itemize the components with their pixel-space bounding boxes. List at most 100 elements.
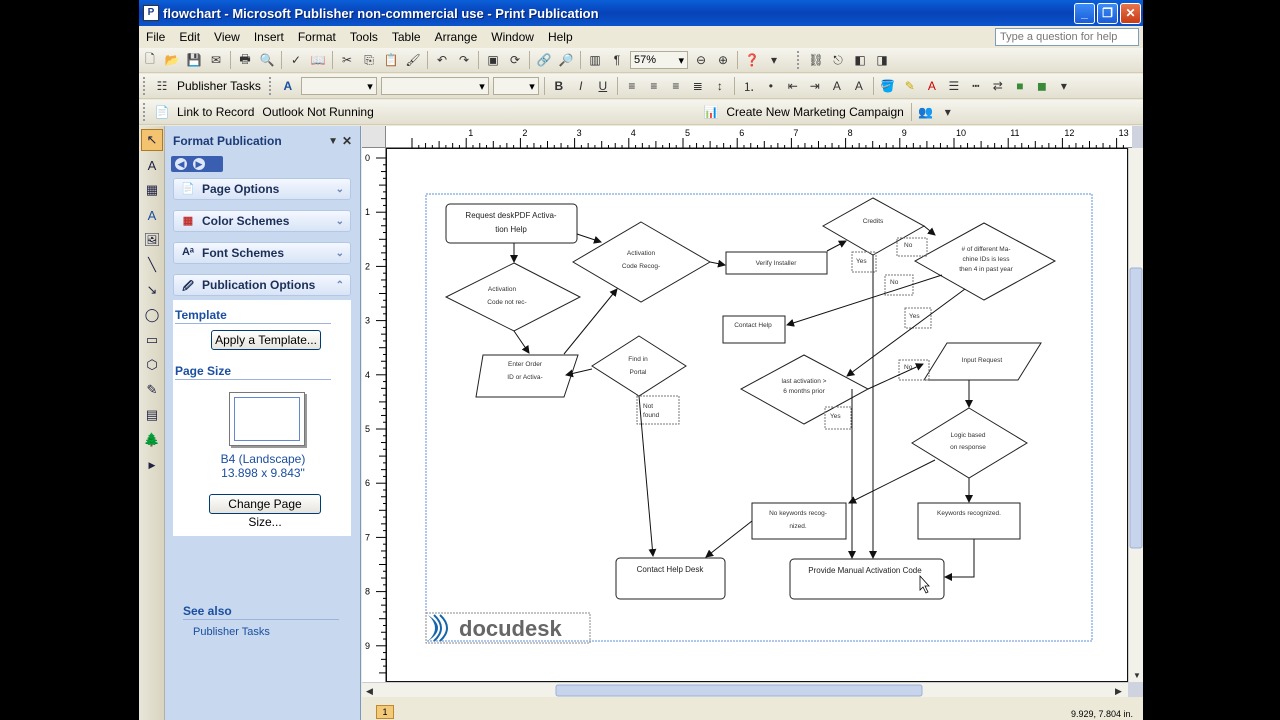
horizontal-ruler[interactable]: 1 2 3 4 5 6 7 8 9 10 11 12 13 [386,126,1132,148]
align-center-icon[interactable]: ≡ [644,76,664,96]
hotspot-icon[interactable]: ✎ [141,379,163,401]
insert-table-icon[interactable]: ▦ [141,179,163,201]
menu-view[interactable]: View [207,30,247,44]
task-pane-close-icon[interactable]: ✕ [342,134,352,148]
previous-frame-icon[interactable]: ◧ [850,50,870,70]
font-color-icon[interactable]: A [922,76,942,96]
page-options-section[interactable]: 📄 Page Options ⌄ [173,178,351,200]
toolbar-options-icon-3[interactable]: ▾ [938,102,958,122]
rectangle-icon[interactable]: ▭ [141,329,163,351]
redo-icon[interactable]: ↷ [454,50,474,70]
line-style-icon[interactable]: ☰ [944,76,964,96]
apply-template-button[interactable]: Apply a Template... [211,330,321,350]
minimize-button[interactable]: _ [1074,2,1095,24]
task-pane-menu-icon[interactable]: ▼ [328,136,338,147]
forward-icon[interactable]: ▶ [193,158,205,170]
link-textbox-icon[interactable]: ⛓ [806,50,826,70]
link-to-record-icon[interactable]: 📄 [152,102,172,122]
arrow-icon[interactable]: ↘ [141,279,163,301]
shadow-style-icon[interactable]: ■ [1010,76,1030,96]
no-keywords-box[interactable]: No keywords recog- nized. [751,502,847,540]
publication-canvas[interactable]: Request deskPDF Activa- tion Help Activa… [386,148,1128,682]
more-tools-icon[interactable]: ▶ [141,454,163,476]
menu-arrange[interactable]: Arrange [428,30,485,44]
italic-icon[interactable]: I [571,76,591,96]
hyperlink-icon[interactable]: 🔗 [534,50,554,70]
publisher-app-icon[interactable]: P [143,5,159,21]
menu-format[interactable]: Format [291,30,343,44]
text-box-icon[interactable]: A [141,154,163,176]
align-right-icon[interactable]: ≡ [666,76,686,96]
arrow-style-icon[interactable]: ⇄ [988,76,1008,96]
contact-help-desk-box[interactable]: Contact Help Desk [615,557,726,600]
justify-icon[interactable]: ≣ [688,76,708,96]
styles-icon[interactable]: A [278,76,298,96]
back-icon[interactable]: ◀ [175,158,187,170]
page-size-thumbnail[interactable] [229,392,305,446]
dash-style-icon[interactable]: ┅ [966,76,986,96]
menu-insert[interactable]: Insert [247,30,291,44]
format-painter-icon[interactable]: 🖌 [403,50,423,70]
verify-installer-box[interactable]: Verify Installer [725,251,828,275]
permission-icon[interactable]: ✉ [206,50,226,70]
print-preview-icon[interactable]: 🔍 [257,50,277,70]
bold-icon[interactable]: B [549,76,569,96]
request-activation-box[interactable]: Request deskPDF Activa- tion Help [445,203,578,244]
autoshapes-icon[interactable]: ⬡ [141,354,163,376]
picture-frame-icon[interactable]: 🖼 [141,229,163,251]
vertical-scrollbar[interactable]: ▼ [1128,148,1143,682]
zoom-select[interactable]: 57% ▾ [630,51,688,69]
research-icon[interactable]: 📖 [308,50,328,70]
cut-icon[interactable]: ✂ [337,50,357,70]
enter-order-id-parallelogram[interactable]: Enter Order ID or Activa- [475,354,579,398]
publisher-tasks-icon[interactable]: ☷ [152,76,172,96]
undo-icon[interactable]: ↶ [432,50,452,70]
ruler-corner[interactable] [362,126,386,148]
font-size-down-icon[interactable]: A [827,76,847,96]
zoom-in-icon[interactable]: ⊕ [713,50,733,70]
keywords-recognized-box[interactable]: Keywords recognized. [917,502,1021,540]
font-select[interactable]: ▾ [380,77,489,95]
find-icon[interactable]: 🔎 [556,50,576,70]
toolbar-options-icon-2[interactable]: ▾ [1054,76,1074,96]
font-schemes-section[interactable]: Aᵃ Font Schemes ⌄ [173,242,351,264]
font-size-select[interactable]: ▾ [492,77,539,95]
help-icon[interactable]: ❓ [742,50,762,70]
bring-forward-icon[interactable]: ▣ [483,50,503,70]
ask-question-input[interactable]: Type a question for help [995,28,1139,46]
page-navigator-button[interactable]: 1 [376,705,394,719]
change-page-size-button[interactable]: Change Page Size... [209,494,321,529]
insert-clip-icon[interactable]: 🌲 [141,429,163,451]
menu-table[interactable]: Table [385,30,428,44]
restore-button[interactable]: ❐ [1097,2,1118,24]
underline-icon[interactable]: U [593,76,613,96]
line-spacing-icon[interactable]: ↕ [710,76,730,96]
print-icon[interactable]: 🖶 [235,50,255,70]
line-color-icon[interactable]: ✎ [900,76,920,96]
next-frame-icon[interactable]: ◨ [872,50,892,70]
menu-file[interactable]: File [139,30,172,44]
rotate-icon[interactable]: ⟳ [505,50,525,70]
new-icon[interactable]: 🗋 [140,50,160,70]
style-select[interactable]: ▾ [300,77,377,95]
open-icon[interactable]: 📂 [162,50,182,70]
link-to-record-button[interactable]: Link to Record [177,105,254,119]
publisher-tasks-button[interactable]: Publisher Tasks [177,79,261,93]
wordart-icon[interactable]: A [141,204,163,226]
publication-options-section[interactable]: 🖉 Publication Options ⌃ [173,274,351,296]
font-size-up-icon[interactable]: A [849,76,869,96]
horizontal-scrollbar[interactable]: ◀ ▶ [362,682,1128,697]
menu-edit[interactable]: Edit [172,30,207,44]
menu-window[interactable]: Window [484,30,541,44]
business-contact-icon[interactable]: 👥 [916,102,936,122]
align-left-icon[interactable]: ≡ [622,76,642,96]
create-marketing-campaign-button[interactable]: Create New Marketing Campaign [726,105,903,119]
copy-icon[interactable]: ⎘ [359,50,379,70]
save-icon[interactable]: 💾 [184,50,204,70]
design-gallery-icon[interactable]: ▤ [141,404,163,426]
bullets-icon[interactable]: • [761,76,781,96]
contact-help-box[interactable]: Contact Help [722,315,786,344]
close-button[interactable]: ✕ [1120,2,1141,24]
menu-help[interactable]: Help [541,30,580,44]
spelling-icon[interactable]: ✓ [286,50,306,70]
